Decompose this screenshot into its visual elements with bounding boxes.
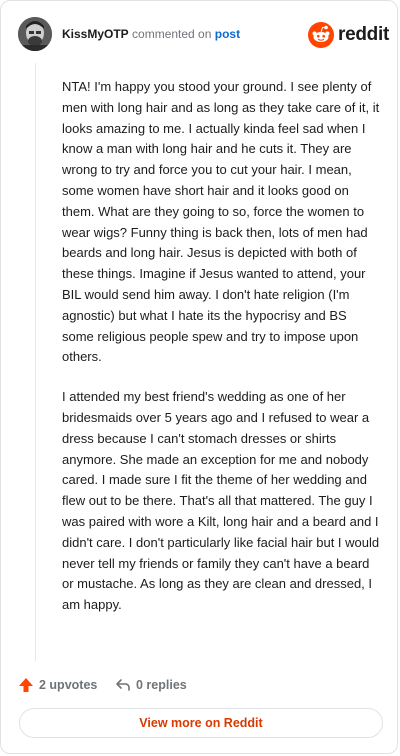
reply-arrow-icon — [116, 679, 130, 691]
comment-paragraph: I attended my best friend's wedding as o… — [62, 389, 380, 613]
thread-line — [35, 63, 36, 661]
comment-paragraph: NTA! I'm happy you stood your ground. I … — [62, 79, 380, 365]
upvote-arrow-icon — [19, 678, 33, 692]
reddit-logo[interactable]: reddit — [308, 22, 389, 48]
comment-meta: KissMyOTP commented on post — [62, 26, 240, 42]
comment-body: NTA! I'm happy you stood your ground. I … — [62, 77, 380, 635]
comment-header: KissMyOTP commented on post reddit — [18, 17, 389, 51]
upvote-button[interactable]: 2 upvotes — [18, 675, 97, 695]
view-more-button[interactable]: View more on Reddit — [19, 708, 383, 738]
brand-name: reddit — [338, 24, 389, 45]
comment-footer: 2 upvotes 0 replies — [18, 675, 384, 695]
username[interactable]: KissMyOTP — [62, 27, 129, 41]
post-link[interactable]: post — [215, 27, 240, 41]
reddit-logo-icon — [308, 22, 334, 48]
avatar[interactable] — [18, 17, 52, 51]
comment-embed-card: KissMyOTP commented on post reddit NTA! … — [0, 0, 398, 754]
upvote-count: 2 upvotes — [39, 678, 98, 692]
replies-button[interactable]: 0 replies — [115, 675, 187, 695]
reply-count: 0 replies — [136, 678, 187, 692]
action-text: commented on — [132, 27, 212, 41]
